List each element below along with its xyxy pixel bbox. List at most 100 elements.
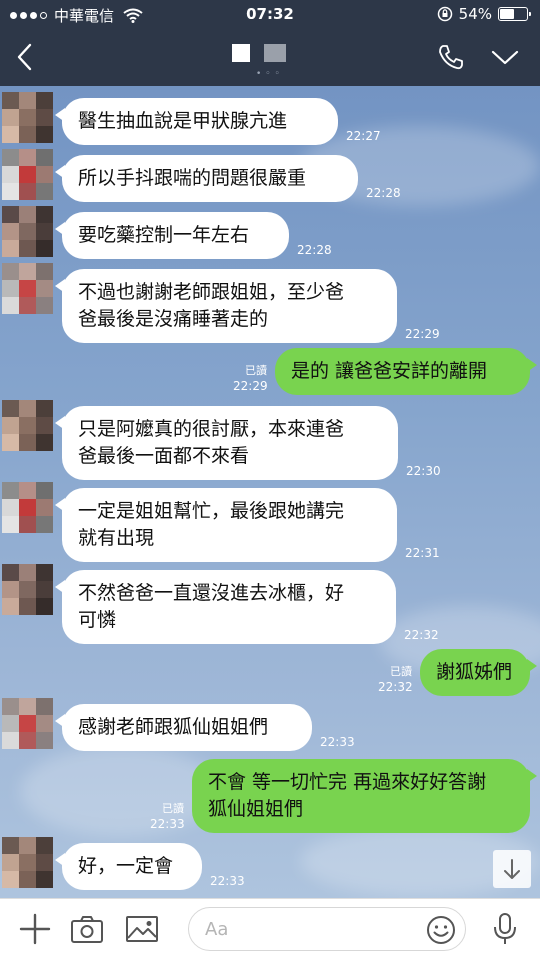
background-cloud [20,746,220,836]
message-timestamp: 22:27 [346,129,381,143]
avatar-pixel [19,183,36,200]
avatar-pixel [19,126,36,143]
emoji-icon[interactable] [425,914,457,946]
message-text-line: 就有出現 [78,527,155,549]
avatar-pixel [2,417,19,434]
message-bubble[interactable]: 感謝老師跟狐仙姐姐們 [55,704,312,751]
avatar-pixel [2,516,19,533]
message-input-field[interactable] [188,907,466,951]
message-bubble[interactable]: 一定是姐姐幫忙，最後跟她講完 就有出現 [55,488,397,562]
message-timestamp: 22:29 [233,379,268,393]
avatar-pixel [19,715,36,732]
microphone-icon[interactable] [488,912,522,946]
avatar-pixel [36,240,53,257]
avatar-pixel [19,92,36,109]
message-bubble[interactable]: 好，一定會 [55,843,202,890]
message-bubble[interactable]: 只是阿嬤真的很討厭，本來連爸 爸最後一面都不來看 [55,406,398,480]
message-bubble[interactable]: 不過也謝謝老師跟姐姐，至少爸 爸最後是沒痛睡著走的 [55,269,397,343]
avatar-pixel [2,434,19,451]
avatar-pixel [19,417,36,434]
avatar-pixel [19,206,36,223]
avatar[interactable] [2,482,53,533]
avatar[interactable] [2,149,53,200]
avatar-pixel [2,223,19,240]
message-bubble[interactable]: 不然爸爸一直還沒進去冰櫃，好 可憐 [55,570,396,644]
chat-area[interactable]: 醫生抽血說是甲狀腺亢進 22:27 所以手抖跟喘的問題很嚴重 22:28 要吃藥控制一年… [0,86,540,898]
battery-percent: 54% [458,5,492,23]
avatar-pixel [2,482,19,499]
avatar[interactable] [2,92,53,143]
avatar-pixel [2,871,19,888]
avatar-pixel [36,126,53,143]
message-text-line: 一定是姐姐幫忙，最後跟她講完 [78,500,345,522]
message-text-line: 不然爸爸一直還沒進去冰櫃，好 [78,582,345,604]
message-text-line: 不會 等一切忙完 再過來好好答謝 [208,771,487,793]
message-bubble[interactable]: 要吃藥控制一年左右 [55,212,289,259]
avatar-pixel [2,297,19,314]
avatar-pixel [2,499,19,516]
avatar-pixel [2,400,19,417]
plus-icon[interactable] [18,912,52,946]
avatar-pixel [19,297,36,314]
avatar-pixel [2,92,19,109]
message-timestamp: 22:28 [366,186,401,200]
message-bubble[interactable]: 所以手抖跟喘的問題很嚴重 [55,155,358,202]
message-text-line: 所以手抖跟喘的問題很嚴重 [78,167,307,189]
avatar-pixel [19,109,36,126]
status-bar: 中華電信 07:32 54% [0,0,540,30]
avatar-pixel [19,854,36,871]
avatar-pixel [2,263,19,280]
battery-fill [500,9,514,19]
read-receipt: 已讀 [245,364,267,377]
message-bubble[interactable]: 醫生抽血說是甲狀腺亢進 [55,98,338,145]
avatar-pixel [36,598,53,615]
avatar-pixel [19,280,36,297]
avatar[interactable] [2,263,53,314]
message-bubble[interactable]: 不會 等一切忙完 再過來好好答謝 狐仙姐姐們 [192,759,537,833]
avatar-pixel [19,516,36,533]
phone-icon[interactable] [436,42,466,72]
message-text-line: 是的 讓爸爸安詳的離開 [291,360,488,382]
message-timestamp: 22:31 [405,546,440,560]
camera-icon[interactable] [70,912,104,946]
avatar-pixel [2,206,19,223]
avatar-pixel [19,166,36,183]
avatar[interactable] [2,698,53,749]
avatar-pixel [36,280,53,297]
message-text-line: 醫生抽血說是甲狀腺亢進 [78,110,288,132]
avatar[interactable] [2,400,53,451]
message-bubble[interactable]: 謝狐姊們 [420,649,537,696]
avatar[interactable] [2,564,53,615]
avatar-pixel [2,715,19,732]
avatar-pixel [19,698,36,715]
avatar[interactable] [2,206,53,257]
avatar-pixel [36,400,53,417]
read-receipt: 已讀 [162,802,184,815]
avatar-pixel [2,166,19,183]
avatar-pixel [36,223,53,240]
pixelated-name [232,44,250,62]
scroll-to-bottom-button[interactable] [493,850,531,888]
avatar-pixel [36,166,53,183]
image-icon[interactable] [125,912,159,946]
avatar-pixel [19,581,36,598]
message-text-line: 爸最後是沒痛睡著走的 [78,308,269,330]
message-timestamp: 22:32 [404,628,439,642]
message-timestamp: 22:28 [297,243,332,257]
avatar-pixel [36,837,53,854]
chat-title-obscured[interactable] [232,44,286,62]
chevron-down-icon[interactable] [490,44,520,70]
avatar-pixel [36,499,53,516]
read-receipt: 已讀 [390,665,412,678]
message-bubble[interactable]: 是的 讓爸爸安詳的離開 [275,348,537,395]
avatar-pixel [2,240,19,257]
message-input[interactable] [205,916,405,942]
avatar[interactable] [2,837,53,888]
avatar-pixel [36,871,53,888]
avatar-pixel [19,482,36,499]
avatar-pixel [36,715,53,732]
avatar-pixel [36,564,53,581]
avatar-pixel [36,732,53,749]
avatar-pixel [19,564,36,581]
chat-header: •◦◦ [0,30,540,86]
